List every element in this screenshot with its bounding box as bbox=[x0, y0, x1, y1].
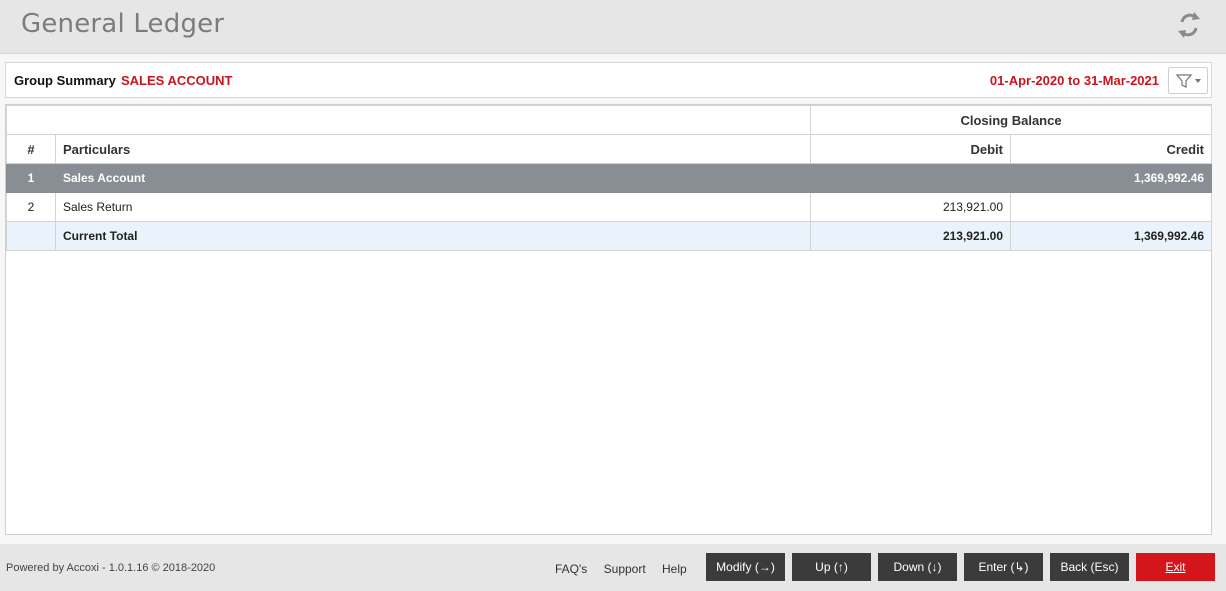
closing-balance-header: Closing Balance bbox=[809, 105, 1213, 135]
total-label: Current Total bbox=[55, 221, 811, 251]
column-header-number[interactable]: # bbox=[6, 134, 56, 164]
group-name: SALES ACCOUNT bbox=[121, 73, 233, 88]
footer-bar: Powered by Accoxi - 1.0.1.16 © 2018-2020… bbox=[0, 544, 1226, 591]
row-credit: 1,369,992.46 bbox=[1009, 163, 1213, 193]
total-number bbox=[6, 221, 56, 251]
total-row: Current Total 213,921.00 1,369,992.46 bbox=[6, 221, 1213, 251]
period-range: 01-Apr-2020 to 31-Mar-2021 bbox=[989, 73, 1159, 88]
header-blank bbox=[6, 105, 811, 135]
faq-link[interactable]: FAQ's bbox=[555, 562, 587, 576]
main-content: Group Summary SALES ACCOUNT 01-Apr-2020 … bbox=[0, 54, 1226, 544]
total-credit: 1,369,992.46 bbox=[1009, 221, 1213, 251]
row-particulars: Sales Account bbox=[55, 163, 811, 193]
back-button[interactable]: Back (Esc) bbox=[1050, 553, 1129, 581]
header-row-columns: # Particulars Debit Credit bbox=[6, 134, 1213, 164]
title-bar: General Ledger bbox=[0, 0, 1226, 54]
support-link[interactable]: Support bbox=[604, 562, 646, 576]
up-button[interactable]: Up (↑) bbox=[792, 553, 871, 581]
ledger-table: Closing Balance # Particulars Debit Cred… bbox=[5, 104, 1213, 535]
refresh-icon[interactable] bbox=[1174, 8, 1204, 42]
filter-icon bbox=[1175, 73, 1203, 94]
help-link[interactable]: Help bbox=[662, 562, 687, 576]
row-number: 1 bbox=[6, 163, 56, 193]
down-button[interactable]: Down (↓) bbox=[878, 553, 957, 581]
table-row[interactable]: 1 Sales Account 1,369,992.46 bbox=[6, 163, 1213, 193]
filter-button[interactable] bbox=[1168, 67, 1208, 94]
table-row[interactable]: 2 Sales Return 213,921.00 bbox=[6, 192, 1213, 222]
column-header-credit[interactable]: Credit bbox=[1009, 134, 1213, 164]
enter-button[interactable]: Enter (↳) bbox=[964, 553, 1043, 581]
page-title: General Ledger bbox=[21, 9, 225, 39]
row-number: 2 bbox=[6, 192, 56, 222]
row-particulars: Sales Return bbox=[55, 192, 811, 222]
exit-button[interactable]: Exit bbox=[1136, 553, 1215, 581]
row-credit bbox=[1009, 192, 1213, 222]
column-header-particulars[interactable]: Particulars bbox=[55, 134, 811, 164]
row-debit bbox=[810, 163, 1011, 193]
footer-links: FAQ's Support Help bbox=[555, 562, 700, 576]
powered-by-text: Powered by Accoxi - 1.0.1.16 © 2018-2020 bbox=[6, 562, 216, 574]
header-row-group: Closing Balance bbox=[6, 105, 1213, 135]
row-debit: 213,921.00 bbox=[810, 192, 1011, 222]
column-header-debit[interactable]: Debit bbox=[810, 134, 1011, 164]
group-summary-bar: Group Summary SALES ACCOUNT 01-Apr-2020 … bbox=[5, 62, 1212, 98]
total-debit: 213,921.00 bbox=[810, 221, 1011, 251]
group-summary-label: Group Summary bbox=[14, 73, 116, 88]
modify-button[interactable]: Modify (→) bbox=[706, 553, 785, 581]
